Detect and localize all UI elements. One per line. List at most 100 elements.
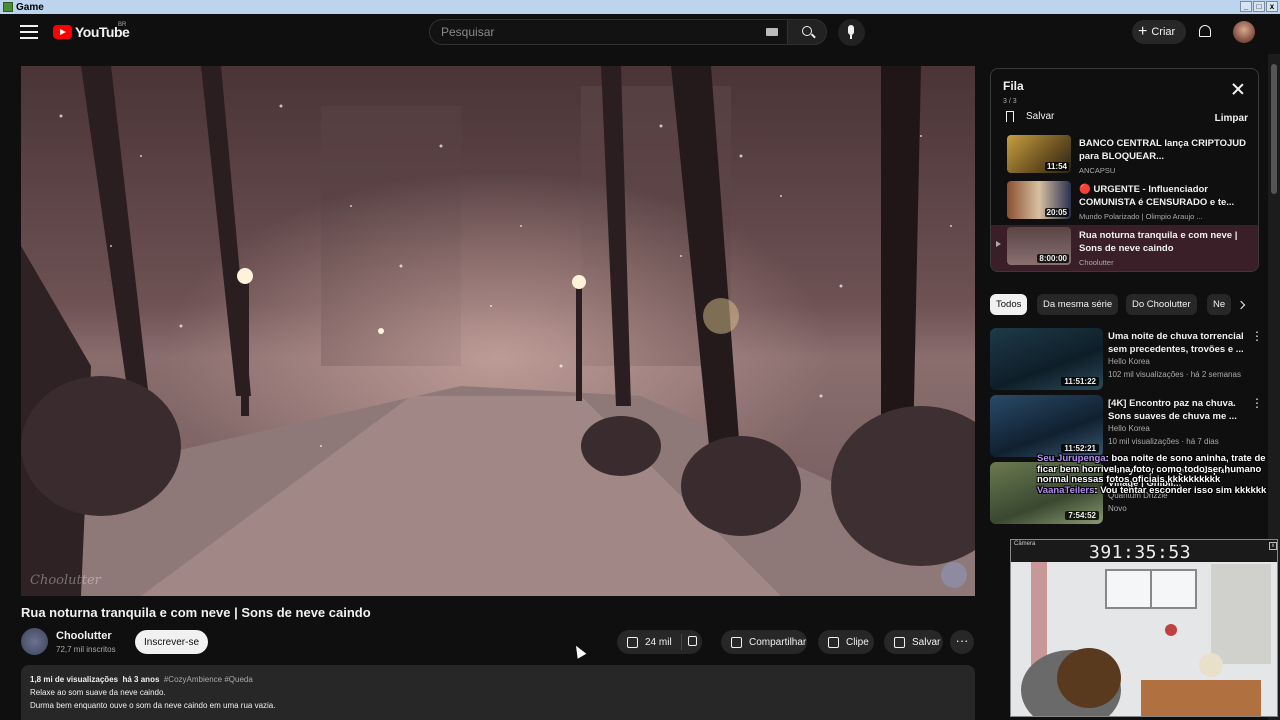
recommended-video[interactable]: 11:52:21 [4K] Encontro paz na chuva. Son… — [990, 395, 1263, 459]
voice-search-button[interactable] — [838, 19, 865, 46]
mouse-cursor-icon — [571, 643, 587, 659]
recommended-video[interactable]: 11:51:22 Uma noite de chuva torrencial s… — [990, 328, 1263, 392]
channel-name[interactable]: Choolutter — [56, 630, 112, 642]
video-watermark: Choolutter — [30, 573, 101, 588]
duration: 11:54 — [1044, 162, 1069, 171]
subscribe-button[interactable]: Inscrever-se — [135, 630, 208, 654]
recommended-thumbnail: 11:51:22 — [990, 328, 1103, 390]
share-label: Compartilhar — [749, 636, 807, 648]
chip-from-channel[interactable]: Do Choolutter — [1126, 294, 1197, 315]
search-button[interactable] — [787, 19, 827, 45]
close-icon[interactable] — [1231, 82, 1245, 96]
search-input[interactable] — [441, 20, 741, 44]
queue-item-title: BANCO CENTRAL lança CRIPTOJUD para BLOQU… — [1079, 138, 1246, 162]
description-line: Durma bem enquanto ouve o som da neve ca… — [30, 701, 276, 710]
plus-icon: + — [1138, 23, 1148, 40]
now-playing-icon — [996, 241, 1001, 247]
queue-title: Fila — [1003, 79, 1024, 93]
queue-save-button[interactable]: Salvar — [1006, 111, 1054, 122]
upload-age: há 3 anos — [122, 675, 160, 684]
description-line: Relaxe ao som suave da neve caindo. — [30, 688, 166, 697]
video-player[interactable]: Choolutter — [21, 66, 975, 596]
snowy-street-scene — [21, 66, 975, 596]
stream-timer: 391:35:53 — [1089, 542, 1192, 563]
user-avatar[interactable] — [1233, 21, 1255, 43]
scrollbar-thumb[interactable] — [1271, 64, 1277, 194]
queue-thumbnail: 8:00:00 — [1007, 227, 1071, 265]
menu-icon[interactable] — [20, 25, 38, 39]
queue-item-title: Rua noturna tranquila e com neve | Sons … — [1079, 230, 1238, 254]
webcam-label: Câmera — [1014, 541, 1036, 547]
duration: 11:51:22 — [1061, 377, 1099, 386]
chip-same-series[interactable]: Da mesma série — [1037, 294, 1119, 315]
window-title: Game — [16, 1, 44, 13]
description-box[interactable]: 1,8 mi de visualizações há 3 anos #CozyA… — [21, 665, 975, 720]
share-icon — [731, 636, 742, 648]
chip-new[interactable]: Ne — [1207, 294, 1232, 315]
subscriber-count: 72,7 mil inscritos — [56, 645, 116, 654]
play-logo-icon — [53, 25, 72, 39]
chip-all[interactable]: Todos — [990, 294, 1028, 315]
more-actions-button[interactable]: ··· — [950, 630, 974, 654]
close-icon[interactable]: x — [1269, 542, 1277, 550]
recommended-meta: 102 mil visualizações · há 2 semanas — [1108, 370, 1241, 379]
recommended-channel: Hello Korea — [1108, 424, 1150, 433]
bookmark-icon — [1006, 111, 1014, 122]
search-icon — [802, 26, 812, 36]
queue-item[interactable]: 11:54 BANCO CENTRAL lança CRIPTOJUD para… — [991, 133, 1258, 179]
create-button[interactable]: + Criar — [1132, 20, 1186, 44]
duration: 7:54:52 — [1065, 511, 1099, 520]
maximize-button[interactable]: □ — [1253, 1, 1265, 12]
duration: 8:00:00 — [1037, 254, 1069, 263]
queue-count: 3 / 3 — [1003, 98, 1017, 105]
minimize-button[interactable]: _ — [1240, 1, 1252, 12]
queue-save-label: Salvar — [1026, 111, 1055, 122]
video-title: Rua noturna tranquila e com neve | Sons … — [21, 605, 371, 620]
save-button[interactable]: Salvar — [884, 630, 943, 654]
more-vert-icon[interactable]: ⋮ — [1251, 330, 1263, 342]
channel-avatar[interactable] — [21, 628, 48, 655]
queue-panel: Fila 3 / 3 Salvar Limpar 11:54 BANCO CEN… — [990, 68, 1259, 272]
queue-item[interactable]: 20:05 🔴 URGENTE - Influenciador COMUNIST… — [991, 179, 1258, 225]
duration: 11:52:21 — [1061, 444, 1099, 453]
queue-thumbnail: 11:54 — [1007, 135, 1071, 173]
queue-item-channel: Mundo Polarizado | Olimpio Araujo ... — [1079, 212, 1203, 221]
chat-text: : Vou tentar esconder isso sim kkkkkk — [1094, 484, 1267, 496]
channel-branding-icon[interactable] — [941, 562, 967, 588]
notifications-bell-icon[interactable] — [1199, 25, 1211, 37]
view-count: 1,8 mi de visualizações — [30, 675, 119, 684]
webcam-overlay: Câmera 391:35:53 x — [1010, 539, 1278, 717]
like-button[interactable]: 24 mil — [617, 630, 702, 654]
thumbs-down-icon[interactable] — [688, 636, 697, 646]
close-window-button[interactable]: x — [1266, 1, 1278, 12]
recommended-title: Uma noite de chuva torrencial sem preced… — [1108, 331, 1244, 355]
masthead: YouTube BR + Criar — [0, 14, 1280, 54]
create-label: Criar — [1151, 26, 1176, 38]
webcam-feed — [1011, 540, 1277, 716]
queue-clear-button[interactable]: Limpar — [1215, 113, 1248, 124]
recommended-thumbnail: 11:52:21 — [990, 395, 1103, 457]
recommended-meta: Novo — [1108, 504, 1127, 513]
chat-message: VaanaTeilers: Vou tentar esconder isso s… — [1037, 484, 1280, 497]
more-vert-icon[interactable]: ⋮ — [1251, 397, 1263, 409]
queue-item-title: 🔴 URGENTE - Influenciador COMUNISTA é CE… — [1079, 184, 1235, 208]
stream-chat-overlay: Seu Jurupenga: boa noite de sono aninha,… — [1037, 453, 1280, 497]
recommended-meta: 10 mil visualizações · há 7 dias — [1108, 437, 1219, 446]
os-titlebar: Game _ □ x — [0, 0, 1280, 14]
hashtags[interactable]: #CozyAmbience #Queda — [164, 675, 253, 684]
clip-label: Clipe — [846, 636, 869, 648]
mic-icon — [848, 25, 854, 39]
window-controls: _ □ x — [1240, 1, 1278, 12]
like-divider — [681, 634, 682, 650]
queue-item-channel: ANCAPSU — [1079, 166, 1116, 175]
scissors-icon — [828, 636, 839, 648]
like-count: 24 mil — [645, 636, 672, 648]
queue-item-current[interactable]: 8:00:00 Rua noturna tranquila e com neve… — [991, 225, 1258, 271]
queue-thumbnail: 20:05 — [1007, 181, 1071, 219]
keyboard-icon[interactable] — [766, 28, 778, 36]
clip-button[interactable]: Clipe — [818, 630, 874, 654]
share-button[interactable]: Compartilhar — [721, 630, 807, 654]
country-code: BR — [118, 22, 127, 28]
duration: 20:05 — [1044, 208, 1069, 217]
recommended-title: [4K] Encontro paz na chuva. Sons suaves … — [1108, 398, 1237, 422]
